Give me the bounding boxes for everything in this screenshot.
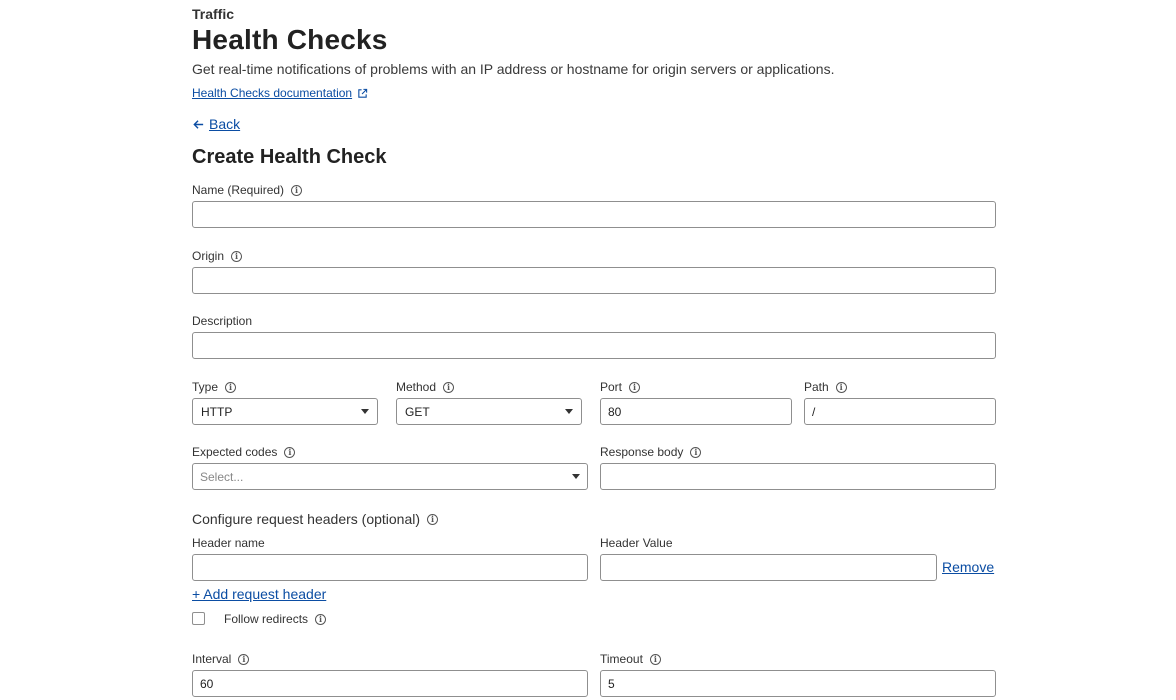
section-eyebrow: Traffic — [192, 6, 235, 22]
follow-redirects-label: Follow redirects i — [224, 612, 327, 626]
documentation-link-label: Health Checks documentation — [192, 86, 353, 100]
page-subtitle: Get real-time notifications of problems … — [192, 61, 835, 77]
timeout-label: Timeout i — [600, 652, 661, 666]
info-icon[interactable]: i — [238, 653, 250, 665]
path-label: Path i — [804, 380, 847, 394]
origin-input[interactable] — [192, 267, 996, 294]
info-icon[interactable]: i — [835, 381, 847, 393]
expected-codes-select[interactable]: Select... — [192, 463, 588, 490]
info-icon[interactable]: i — [629, 381, 641, 393]
follow-redirects-checkbox[interactable] — [192, 612, 205, 625]
path-input[interactable] — [804, 398, 996, 425]
chevron-down-icon — [361, 409, 369, 414]
page-title: Health Checks — [192, 24, 388, 55]
name-label: Name (Required) i — [192, 183, 303, 197]
method-select[interactable]: GET — [396, 398, 582, 425]
info-icon[interactable]: i — [231, 250, 243, 262]
type-select-value: HTTP — [201, 404, 233, 419]
description-label: Description — [192, 314, 253, 328]
method-select-value: GET — [405, 404, 430, 419]
interval-input[interactable] — [192, 670, 588, 697]
response-body-input[interactable] — [600, 463, 996, 490]
remove-header-button[interactable]: Remove — [942, 559, 994, 575]
header-name-label: Header name — [192, 536, 265, 550]
expected-codes-placeholder: Select... — [200, 469, 244, 484]
info-icon[interactable]: i — [315, 613, 327, 625]
info-icon[interactable]: i — [649, 653, 661, 665]
documentation-link[interactable]: Health Checks documentation — [192, 86, 368, 100]
expected-codes-label: Expected codes i — [192, 445, 296, 459]
description-input[interactable] — [192, 332, 996, 359]
port-label: Port i — [600, 380, 641, 394]
back-link-label: Back — [209, 116, 241, 132]
info-icon[interactable]: i — [443, 381, 455, 393]
header-name-input[interactable] — [192, 554, 588, 581]
info-icon[interactable]: i — [225, 381, 237, 393]
response-body-label: Response body i — [600, 445, 702, 459]
origin-label: Origin i — [192, 249, 243, 263]
back-link[interactable]: Back — [192, 116, 240, 132]
header-value-input[interactable] — [600, 554, 937, 581]
info-icon[interactable]: i — [690, 446, 702, 458]
type-label: Type i — [192, 380, 237, 394]
external-link-icon — [358, 88, 368, 98]
header-value-label: Header Value — [600, 536, 673, 550]
add-request-header-button[interactable]: + Add request header — [192, 586, 326, 602]
chevron-down-icon — [572, 474, 580, 479]
form-title: Create Health Check — [192, 146, 387, 168]
timeout-input[interactable] — [600, 670, 996, 697]
interval-label: Interval i — [192, 652, 250, 666]
type-select[interactable]: HTTP — [192, 398, 378, 425]
name-input[interactable] — [192, 201, 996, 228]
method-label: Method i — [396, 380, 455, 394]
info-icon[interactable]: i — [427, 513, 439, 525]
port-input[interactable] — [600, 398, 792, 425]
info-icon[interactable]: i — [284, 446, 296, 458]
request-headers-heading: Configure request headers (optional) i — [192, 511, 439, 527]
arrow-left-icon — [193, 119, 204, 129]
chevron-down-icon — [565, 409, 573, 414]
info-icon[interactable]: i — [291, 184, 303, 196]
